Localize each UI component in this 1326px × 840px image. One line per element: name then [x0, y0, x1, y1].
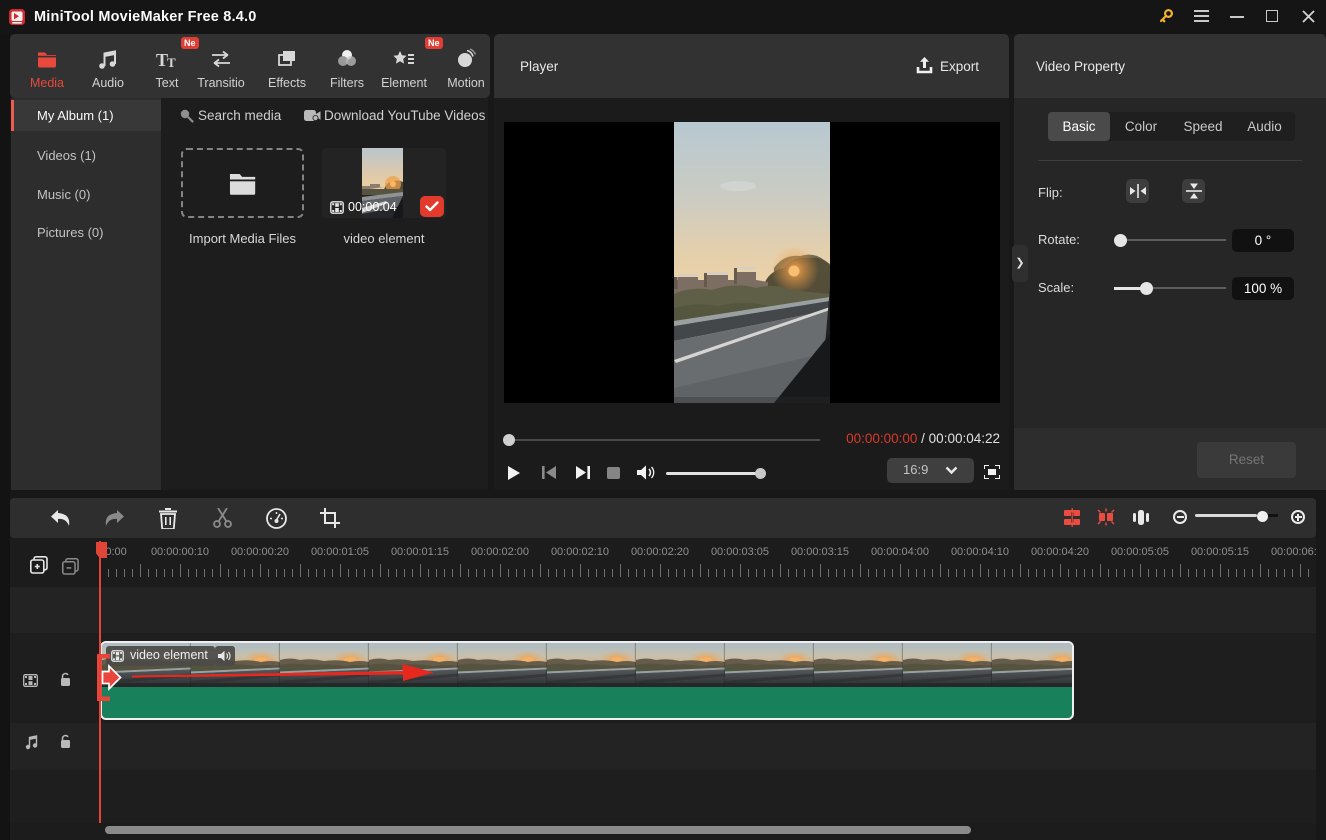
svg-text:T: T: [167, 55, 176, 70]
